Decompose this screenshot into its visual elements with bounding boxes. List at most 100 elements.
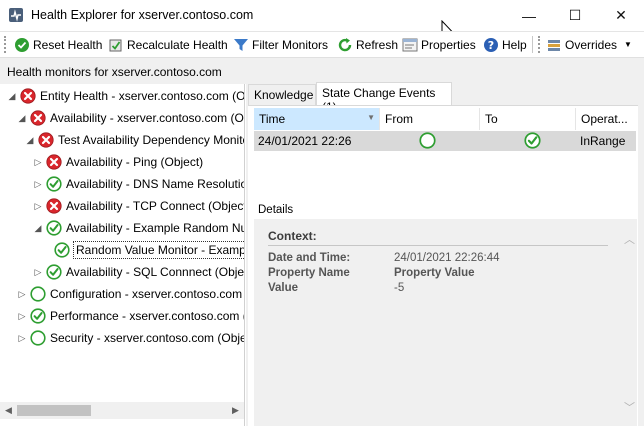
column-header-time[interactable]: Time ▼ <box>254 108 380 130</box>
tree-node-availability[interactable]: ◢ Availability - xserver.contoso.com (Ob… <box>16 107 245 129</box>
toolbar-grip-2[interactable] <box>538 36 541 53</box>
tree-node-label: Entity Health - xserver.contoso.com (Obj… <box>40 89 245 103</box>
help-icon: ? <box>484 37 498 52</box>
critical-state-icon <box>30 110 46 126</box>
scrollbar-thumb[interactable] <box>17 405 91 416</box>
healthy-state-icon <box>46 220 62 236</box>
overrides-label: Overrides <box>565 37 618 52</box>
not-monitored-state-icon <box>30 286 46 302</box>
column-header-to[interactable]: To <box>480 108 576 130</box>
tree-node-label: Test Availability Dependency Monitor <box>58 133 245 147</box>
filter-monitors-label: Filter Monitors <box>252 37 329 52</box>
scroll-left-icon[interactable]: ◀ <box>0 402 17 419</box>
health-explorer-icon <box>9 8 23 22</box>
tree-node-label: Availability - Ping (Object) <box>66 155 204 169</box>
column-header-from[interactable]: From <box>380 108 480 130</box>
tree-node-availability-tcp[interactable]: ▷ Availability - TCP Connect (Object) <box>32 195 245 217</box>
tree-node-label: Performance - xserver.contoso.com (Obj <box>50 309 245 323</box>
detail-key: Value <box>268 282 299 294</box>
sort-arrow-icon: ▼ <box>367 113 375 122</box>
tree-node-availability-example-random[interactable]: ◢ Availability - Example Random Num <box>32 217 244 239</box>
tree-node-availability-dns[interactable]: ▷ Availability - DNS Name Resolution <box>32 173 245 195</box>
expanded-arrow-icon[interactable]: ◢ <box>32 223 44 234</box>
close-button[interactable]: ✕ <box>598 0 644 31</box>
tab-state-change-events[interactable]: State Change Events (1) <box>316 82 452 114</box>
collapsed-arrow-icon[interactable]: ▷ <box>16 333 28 344</box>
toolbar-separator <box>532 36 533 53</box>
toolbar-grip[interactable] <box>4 36 7 53</box>
tree-node-random-value-monitor[interactable]: Random Value Monitor - Example <box>40 239 244 261</box>
tab-knowledge[interactable]: Knowledge <box>248 84 316 105</box>
refresh-button[interactable]: Refresh <box>337 35 398 54</box>
scroll-up-icon[interactable]: ︿ <box>624 231 635 247</box>
svg-text:?: ? <box>488 39 494 52</box>
reset-health-button[interactable]: Reset Health <box>14 35 102 54</box>
minimize-button[interactable]: — <box>506 0 552 31</box>
collapsed-arrow-icon[interactable]: ▷ <box>32 267 44 278</box>
details-box[interactable]: Context: Date and Time: 24/01/2021 22:26… <box>254 219 637 426</box>
filter-monitors-button[interactable]: Filter Monitors <box>233 35 328 54</box>
tree-node-availability-sql[interactable]: ▷ Availability - SQL Connnect (Object) <box>32 261 244 283</box>
recalculate-health-button[interactable]: Recalculate Health <box>108 35 228 54</box>
expanded-arrow-icon[interactable]: ◢ <box>6 91 18 102</box>
refresh-label: Refresh <box>356 37 399 52</box>
refresh-icon <box>338 37 352 51</box>
expanded-arrow-icon[interactable]: ◢ <box>24 135 36 146</box>
properties-label: Properties <box>421 37 476 52</box>
window-title: Health Explorer for xserver.contoso.com <box>31 8 254 22</box>
tab-strip: Knowledge State Change Events (1) <box>246 82 644 114</box>
detail-key: Property Name <box>268 267 350 279</box>
tree-node-label: Availability - TCP Connect (Object) <box>66 199 245 213</box>
collapsed-arrow-icon[interactable]: ▷ <box>16 289 28 300</box>
column-header-label: Time <box>259 112 286 126</box>
tree-node-label: Security - xserver.contoso.com (Object) <box>50 331 245 345</box>
tree-node-label: Configuration - xserver.contoso.com (O <box>50 287 245 301</box>
scroll-down-icon[interactable]: ﹀ <box>624 399 635 415</box>
critical-state-icon <box>20 88 36 104</box>
healthy-state-icon <box>524 132 541 149</box>
tree-node-availability-ping[interactable]: ▷ Availability - Ping (Object) <box>32 151 203 173</box>
column-header-label: From <box>385 112 413 126</box>
subheader: Health monitors for xserver.contoso.com <box>0 57 644 84</box>
tree-node-entity-health[interactable]: ◢ Entity Health - xserver.contoso.com (O… <box>6 85 245 107</box>
state-change-panel: Time ▼ From To Operat... 24/01/2021 22:2… <box>248 105 638 426</box>
recalculate-health-label: Recalculate Health <box>127 37 228 52</box>
table-row[interactable]: 24/01/2021 22:26 InRange <box>254 131 636 151</box>
tree-node-configuration[interactable]: ▷ Configuration - xserver.contoso.com (O <box>16 283 245 305</box>
cell-from <box>380 131 480 151</box>
scroll-right-icon[interactable]: ▶ <box>227 402 244 419</box>
detail-value: 24/01/2021 22:26:44 <box>394 252 500 264</box>
tree-node-label: Random Value Monitor - Example <box>72 241 244 259</box>
tree-node-performance[interactable]: ▷ Performance - xserver.contoso.com (Obj <box>16 305 245 327</box>
health-monitor-tree[interactable]: ◢ Entity Health - xserver.contoso.com (O… <box>0 84 245 426</box>
cell-to <box>480 131 576 151</box>
toolbar: Reset Health Recalculate Health Filter M… <box>0 31 644 56</box>
expanded-arrow-icon[interactable]: ◢ <box>16 113 28 124</box>
collapsed-arrow-icon[interactable]: ▷ <box>32 179 44 190</box>
column-header-operational[interactable]: Operat... <box>576 108 636 130</box>
grid-header: Time ▼ From To Operat... <box>254 108 636 130</box>
column-header-label: To <box>485 112 498 126</box>
context-heading: Context: <box>268 229 317 243</box>
collapsed-arrow-icon[interactable]: ▷ <box>32 201 44 212</box>
cell-time: 24/01/2021 22:26 <box>258 134 352 148</box>
maximize-button[interactable]: ☐ <box>552 0 598 31</box>
collapsed-arrow-icon[interactable]: ▷ <box>32 157 44 168</box>
subheader-text: Health monitors for xserver.contoso.com <box>7 65 222 79</box>
chevron-down-icon: ▼ <box>624 40 632 49</box>
overrides-icon <box>548 39 560 51</box>
tree-horizontal-scrollbar[interactable]: ◀ ▶ <box>0 402 244 419</box>
tree-node-security[interactable]: ▷ Security - xserver.contoso.com (Object… <box>16 327 245 349</box>
cell-operational: InRange <box>580 134 626 148</box>
tree-node-test-availability-dependency[interactable]: ◢ Test Availability Dependency Monitor <box>24 129 245 151</box>
tree-node-label: Availability - DNS Name Resolution <box>66 177 245 191</box>
properties-button[interactable]: Properties <box>402 35 476 54</box>
collapsed-arrow-icon[interactable]: ▷ <box>16 311 28 322</box>
overrides-dropdown[interactable]: Overrides ▼ <box>546 35 632 54</box>
critical-state-icon <box>38 132 54 148</box>
critical-state-icon <box>46 198 62 214</box>
context-divider <box>268 245 608 246</box>
tree-node-label: Availability - xserver.contoso.com (Obje <box>50 111 245 125</box>
help-button[interactable]: ? Help <box>483 35 527 54</box>
recalculate-icon <box>109 39 122 51</box>
